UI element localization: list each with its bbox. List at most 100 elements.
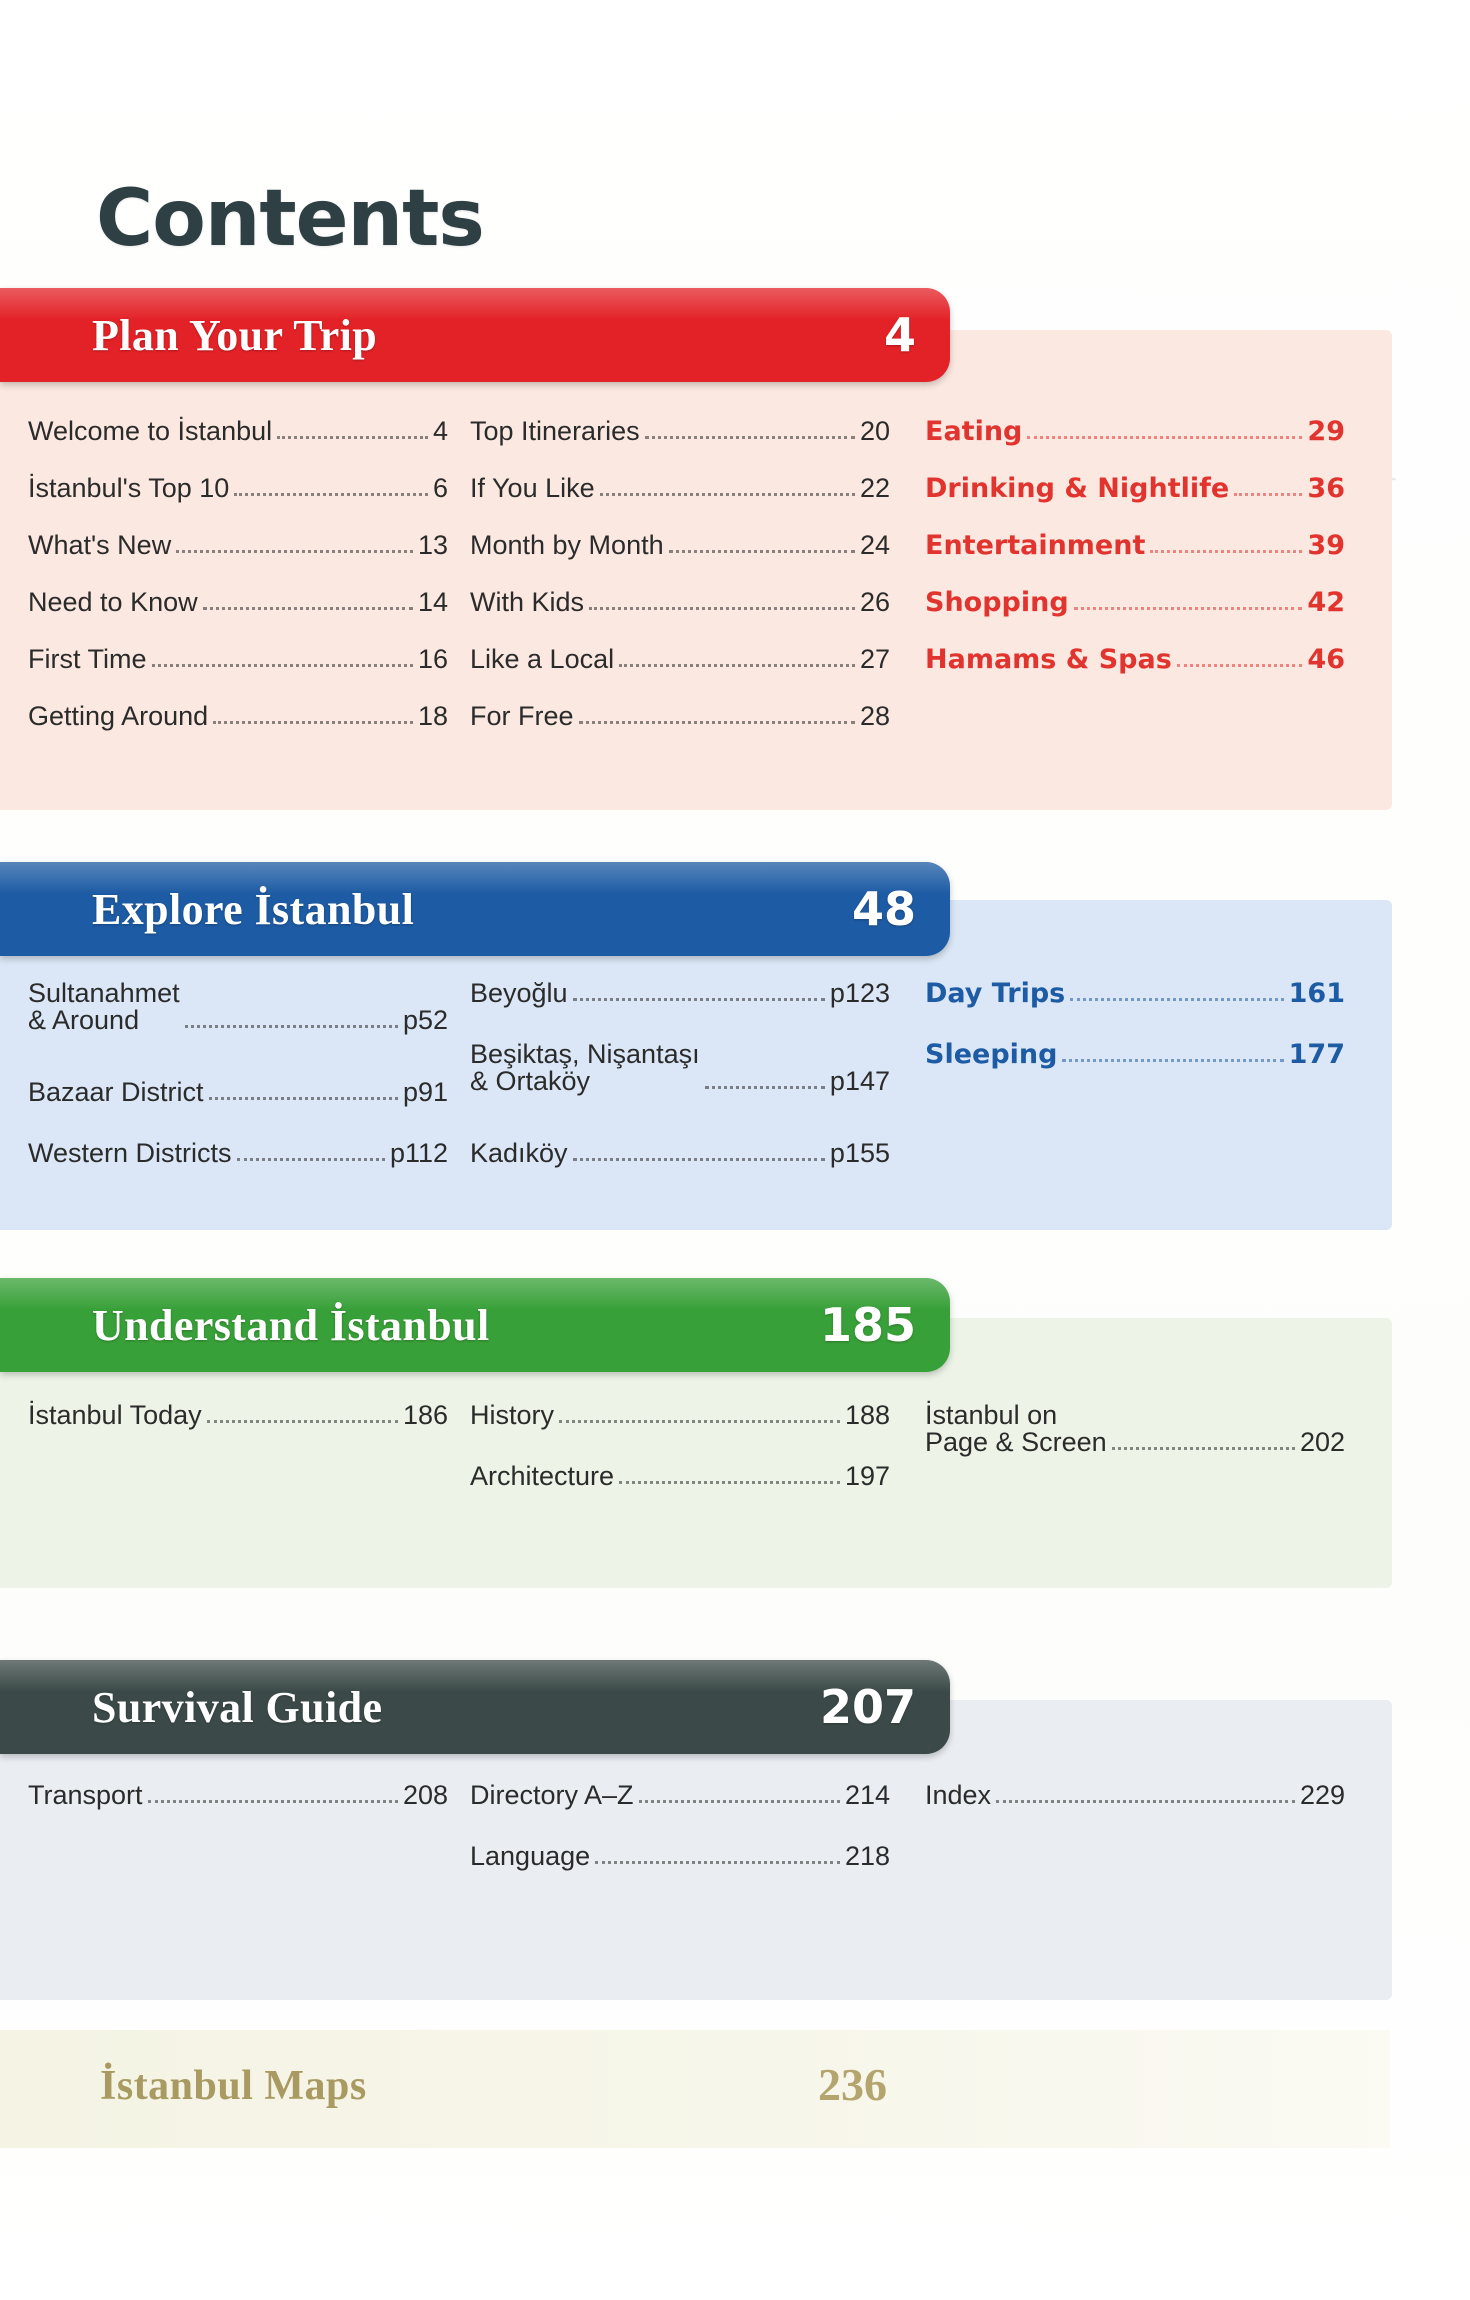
section-page-number: 4 [883,308,916,362]
toc-entry[interactable]: Month by Month 24 [470,532,890,559]
toc-entry[interactable]: For Free 28 [470,703,890,730]
toc-entry[interactable]: Kadıköy p155 [470,1140,890,1167]
toc-leader-dots [619,1481,840,1484]
toc-entry-label: First Time [28,644,147,674]
toc-entry[interactable]: Directory A–Z 214 [470,1782,890,1809]
toc-entry-label: Month by Month [470,530,664,560]
toc-entry-page: 29 [1307,416,1345,447]
section-title: Explore İstanbul [92,884,415,934]
toc-entry[interactable]: Sultanahmet & Around p52 [28,980,448,1034]
toc-entry-page: 28 [859,701,890,731]
toc-entry-page: 6 [432,473,448,503]
toc-entry-page: 46 [1307,644,1345,675]
toc-entry[interactable]: İstanbul's Top 10 6 [28,475,448,502]
toc-entry[interactable]: İstanbul Today 186 [28,1402,448,1429]
toc-leader-dots [176,550,413,553]
toc-entry[interactable]: Top Itineraries 20 [470,418,890,445]
section-header-survival-guide[interactable]: Survival Guide 207 [0,1660,950,1754]
toc-entry[interactable]: First Time 16 [28,646,448,673]
toc-entry-label: Drinking & Nightlife [925,473,1230,504]
toc-entry-page: 39 [1307,530,1345,561]
toc-leader-dots [206,1420,398,1423]
section-title: Survival Guide [92,1682,383,1732]
toc-entry-label: Sultanahmet & Around [28,978,180,1035]
toc-entry[interactable]: Entertainment 39 [925,532,1345,559]
toc-entry-label: Transport [28,1780,143,1810]
toc-leader-dots [202,607,413,610]
toc-entry-label: İstanbul's Top 10 [28,473,230,503]
toc-entry[interactable]: Getting Around 18 [28,703,448,730]
toc-leader-dots [208,1097,398,1100]
toc-entry[interactable]: Western Districts p112 [28,1140,448,1167]
toc-entry-page: 24 [859,530,890,560]
toc-entry[interactable]: Drinking & Nightlife 36 [925,475,1345,502]
toc-entry[interactable]: Day Trips 161 [925,980,1345,1007]
toc-entry-label: Index [925,1780,992,1810]
toc-entry-label: For Free [470,701,574,731]
toc-leader-dots [234,493,428,496]
toc-entry[interactable]: Need to Know 14 [28,589,448,616]
toc-leader-dots [1070,998,1284,1001]
toc-entry-page: 186 [402,1400,448,1430]
toc-entry[interactable]: What's New 13 [28,532,448,559]
toc-leader-dots [1234,493,1303,496]
toc-leader-dots [213,721,413,724]
istanbul-maps-title: İstanbul Maps [100,2063,367,2109]
section-title: Understand İstanbul [92,1300,490,1350]
toc-entry[interactable]: Hamams & Spas 46 [925,646,1345,673]
toc-entry-page: 177 [1288,1039,1345,1070]
toc-entry-page: 202 [1299,1427,1345,1457]
toc-entry-label: Bazaar District [28,1077,204,1107]
toc-entry-label: Day Trips [925,978,1066,1009]
toc-entry[interactable]: Architecture 197 [470,1463,890,1490]
toc-leader-dots [668,550,855,553]
toc-entry[interactable]: If You Like 22 [470,475,890,502]
toc-entry-label: İstanbul on Page & Screen [925,1400,1107,1457]
toc-entry[interactable]: Language 218 [470,1843,890,1870]
toc-entry-page: 18 [417,701,448,731]
toc-entry[interactable]: Welcome to İstanbul 4 [28,418,448,445]
toc-entry-page: 22 [859,473,890,503]
toc-leader-dots [595,1861,840,1864]
toc-entry[interactable]: Index 229 [925,1782,1345,1809]
toc-entry-page: 20 [859,416,890,446]
toc-entry[interactable]: İstanbul on Page & Screen 202 [925,1402,1345,1456]
toc-entry-label: With Kids [470,587,585,617]
toc-leader-dots [1176,664,1303,667]
toc-entry-label: Kadıköy [470,1138,568,1168]
toc-entry-page: p112 [389,1138,448,1168]
toc-entry-label: Language [470,1841,591,1871]
section-page-number: 185 [819,1298,916,1352]
toc-leader-dots [572,998,825,1001]
toc-entry[interactable]: Eating 29 [925,418,1345,445]
toc-leader-dots [644,436,855,439]
toc-entry-label: If You Like [470,473,595,503]
toc-entry-label: History [470,1400,555,1430]
toc-entry[interactable]: Shopping 42 [925,589,1345,616]
toc-leader-dots [599,493,855,496]
toc-entry[interactable]: History 188 [470,1402,890,1429]
toc-entry-label: Entertainment [925,530,1146,561]
section-header-explore-istanbul[interactable]: Explore İstanbul 48 [0,862,950,956]
toc-entry-label: Sleeping [925,1039,1058,1070]
section-header-understand-istanbul[interactable]: Understand İstanbul 185 [0,1278,950,1372]
section-page-number: 48 [851,882,916,936]
toc-entry[interactable]: Beyoğlu p123 [470,980,890,1007]
toc-entry[interactable]: Sleeping 177 [925,1041,1345,1068]
toc-leader-dots [559,1420,840,1423]
toc-entry-page: p147 [829,1066,890,1096]
page-title: Contents [96,174,485,265]
toc-entry-page: 36 [1307,473,1345,504]
toc-entry[interactable]: With Kids 26 [470,589,890,616]
toc-leader-dots [1073,607,1303,610]
toc-entry-label: Need to Know [28,587,198,617]
toc-entry-page: 16 [417,644,448,674]
section-header-plan-your-trip[interactable]: Plan Your Trip 4 [0,288,950,382]
toc-entry[interactable]: Like a Local 27 [470,646,890,673]
toc-leader-dots [619,664,855,667]
toc-leader-dots [1027,436,1303,439]
toc-entry[interactable]: Beşiktaş, Nişantaşı & Ortaköy p147 [470,1041,890,1095]
toc-entry[interactable]: Transport 208 [28,1782,448,1809]
toc-entry[interactable]: Bazaar District p91 [28,1079,448,1106]
section-page-number: 207 [819,1680,916,1734]
